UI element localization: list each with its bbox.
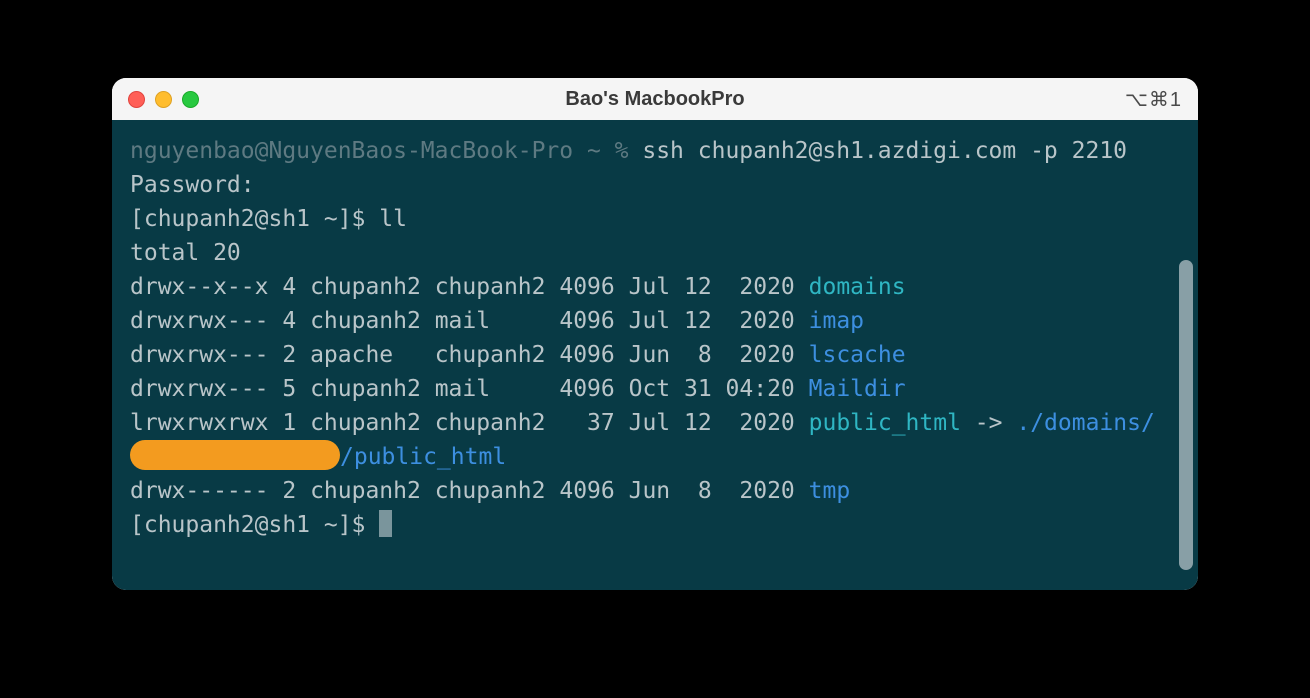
owner: chupanh2 — [310, 308, 421, 334]
links: 2 — [282, 342, 296, 368]
ll-command: ll — [379, 206, 407, 232]
remote-prompt: [chupanh2@sh1 ~]$ — [130, 206, 379, 232]
links: 1 — [282, 410, 296, 436]
date: Jun 8 2020 — [629, 342, 795, 368]
cursor-icon — [379, 510, 392, 537]
dir-name: tmp — [809, 478, 851, 504]
size: 4096 — [559, 478, 614, 504]
close-icon[interactable] — [128, 91, 145, 108]
password-label: Password: — [130, 172, 255, 198]
terminal-window: Bao's MacbookPro ⌥⌘1 nguyenbao@NguyenBao… — [112, 78, 1198, 590]
date: Jun 8 2020 — [629, 478, 795, 504]
date: Jul 12 2020 — [629, 274, 795, 300]
date: Jul 12 2020 — [629, 410, 795, 436]
owner: chupanh2 — [310, 410, 421, 436]
owner: apache — [310, 342, 421, 368]
size: 4096 — [559, 376, 614, 402]
links: 4 — [282, 308, 296, 334]
group: chupanh2 — [435, 478, 546, 504]
ssh-command: ssh chupanh2@sh1.azdigi.com -p 2210 — [642, 138, 1127, 164]
perm: drwx--x--x — [130, 274, 268, 300]
group: chupanh2 — [435, 410, 546, 436]
dir-name: imap — [809, 308, 864, 334]
terminal-wrap: nguyenbao@NguyenBaos-MacBook-Pro ~ % ssh… — [112, 120, 1198, 590]
size: 37 — [559, 410, 614, 436]
perm: drwx------ — [130, 478, 268, 504]
maximize-icon[interactable] — [182, 91, 199, 108]
scrollbar-track[interactable] — [1178, 120, 1196, 590]
symlink-arrow: -> — [961, 410, 1016, 436]
links: 4 — [282, 274, 296, 300]
perm: drwxrwx--- — [130, 342, 268, 368]
size: 4096 — [559, 308, 614, 334]
local-prompt: nguyenbao@NguyenBaos-MacBook-Pro ~ % — [130, 138, 642, 164]
dir-name: lscache — [809, 342, 906, 368]
owner: chupanh2 — [310, 478, 421, 504]
minimize-icon[interactable] — [155, 91, 172, 108]
symlink-target-prefix: ./domains/ — [1016, 410, 1154, 436]
date: Oct 31 04:20 — [629, 376, 795, 402]
owner: chupanh2 — [310, 376, 421, 402]
keyboard-shortcut: ⌥⌘1 — [1125, 87, 1182, 112]
size: 4096 — [559, 274, 614, 300]
group: mail — [435, 376, 546, 402]
group: mail — [435, 308, 546, 334]
perm: drwxrwx--- — [130, 308, 268, 334]
links: 2 — [282, 478, 296, 504]
size: 4096 — [559, 342, 614, 368]
perm: drwxrwx--- — [130, 376, 268, 402]
dir-name: domains — [809, 274, 906, 300]
redacted-domain — [130, 440, 340, 470]
owner: chupanh2 — [310, 274, 421, 300]
traffic-lights — [128, 91, 199, 108]
group: chupanh2 — [435, 342, 546, 368]
perm: lrwxrwxrwx — [130, 410, 268, 436]
dir-name: Maildir — [809, 376, 906, 402]
window-title: Bao's MacbookPro — [565, 88, 744, 111]
titlebar[interactable]: Bao's MacbookPro ⌥⌘1 — [112, 78, 1198, 120]
group: chupanh2 — [435, 274, 546, 300]
date: Jul 12 2020 — [629, 308, 795, 334]
links: 5 — [282, 376, 296, 402]
remote-prompt: [chupanh2@sh1 ~]$ — [130, 512, 379, 538]
symlink-target-suffix: /public_html — [340, 444, 506, 470]
scrollbar-thumb[interactable] — [1179, 260, 1193, 570]
terminal-body[interactable]: nguyenbao@NguyenBaos-MacBook-Pro ~ % ssh… — [112, 120, 1198, 590]
symlink-name: public_html — [809, 410, 961, 436]
total-line: total 20 — [130, 240, 241, 266]
